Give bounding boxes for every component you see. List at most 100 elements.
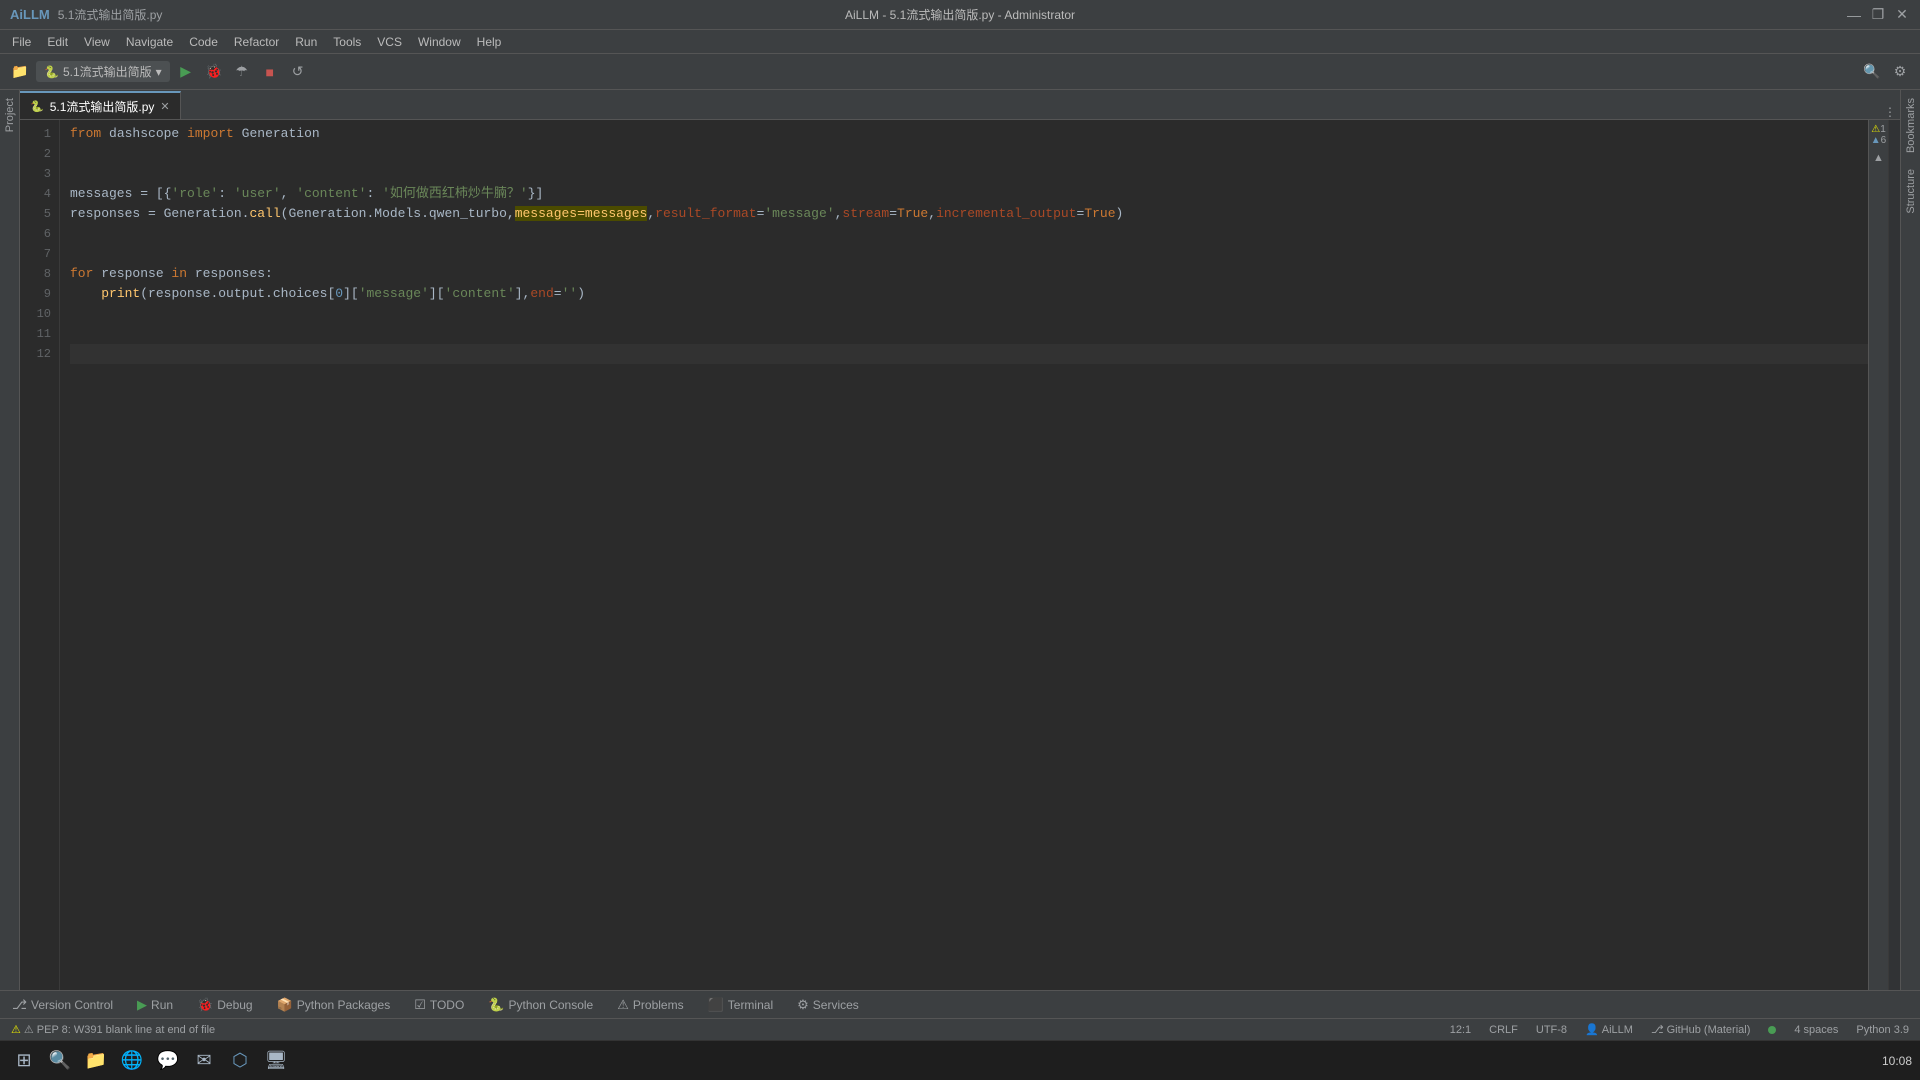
taskbar-search-icon[interactable]: 🔍	[44, 1045, 76, 1077]
menu-item-code[interactable]: Code	[181, 33, 226, 51]
code-line-10	[70, 304, 1868, 324]
bottom-tool-terminal[interactable]: ⬛ Terminal	[704, 995, 778, 1015]
warning-message[interactable]: ⚠ ⚠ PEP 8: W391 blank line at end of fil…	[8, 1022, 218, 1037]
menu-item-vcs[interactable]: VCS	[369, 33, 410, 51]
menu-item-view[interactable]: View	[76, 33, 118, 51]
menu-item-window[interactable]: Window	[410, 33, 469, 51]
vcs-text: GitHub (Material)	[1667, 1024, 1751, 1036]
toolbar-right: 🔍 ⚙	[1860, 60, 1912, 84]
debug-panel-icon: 🐞	[197, 997, 213, 1013]
menu-item-help[interactable]: Help	[469, 33, 510, 51]
menu-item-tools[interactable]: Tools	[325, 33, 369, 51]
taskbar-app-icon[interactable]: 🖥	[260, 1045, 292, 1077]
bottom-toolbar: ⎇ Version Control ▶ Run 🐞 Debug 📦 Python…	[0, 990, 1920, 1018]
taskbar-left: ⊞ 🔍 📁 🌐 💬 ✉ ⬡ 🖥	[8, 1045, 292, 1077]
run-panel-icon: ▶	[137, 997, 147, 1013]
bookmarks-panel-label[interactable]: Bookmarks	[1903, 90, 1919, 161]
taskbar-browser-icon[interactable]: 🌐	[116, 1045, 148, 1077]
rerun-button[interactable]: ↺	[286, 60, 310, 84]
code-line-9: print(response.output.choices[0]['messag…	[70, 284, 1868, 304]
bottom-tool-version-control[interactable]: ⎇ Version Control	[8, 995, 117, 1015]
indent-text: 4 spaces	[1794, 1024, 1838, 1036]
bottom-tool-debug[interactable]: 🐞 Debug	[193, 995, 257, 1015]
version-control-icon: ⎇	[12, 997, 27, 1013]
taskbar-folder-icon[interactable]: 📁	[80, 1045, 112, 1077]
debug-button[interactable]: 🐞	[202, 60, 226, 84]
python-version[interactable]: Python 3.9	[1853, 1023, 1912, 1037]
code-content[interactable]: from dashscope import Generation message…	[60, 120, 1868, 990]
file-tab-0[interactable]: 🐍 5.1流式输出简版.py ✕	[20, 91, 181, 119]
bottom-tool-services[interactable]: ⚙ Services	[793, 995, 863, 1015]
cursor-position[interactable]: 12:1	[1447, 1023, 1474, 1037]
windows-start-icon[interactable]: ⊞	[8, 1045, 40, 1077]
run-button[interactable]: ▶	[174, 60, 198, 84]
bookmarks-sidebar	[1888, 120, 1900, 990]
line-numbers: 1 2 3 4 5 6 7 8 9 10 11 12	[20, 120, 60, 990]
taskbar-pycharm-icon[interactable]: ⬡	[224, 1045, 256, 1077]
close-button[interactable]: ✕	[1894, 7, 1910, 23]
window-title: AiLLM - 5.1流式输出简版.py - Administrator	[845, 6, 1075, 23]
structure-panel-label[interactable]: Structure	[1903, 161, 1919, 222]
code-editor[interactable]: 1 2 3 4 5 6 7 8 9 10 11 12 from dashscop…	[20, 120, 1900, 990]
coverage-button[interactable]: ☂	[230, 60, 254, 84]
taskbar-chat-icon[interactable]: 💬	[152, 1045, 184, 1077]
todo-label: TODO	[430, 998, 464, 1012]
python-console-label: Python Console	[509, 998, 594, 1012]
windows-taskbar: ⊞ 🔍 📁 🌐 💬 ✉ ⬡ 🖥 10:08	[0, 1040, 1920, 1080]
warning-icon: ⚠	[11, 1023, 21, 1036]
vcs-status[interactable]: ⎇ GitHub (Material)	[1648, 1022, 1753, 1037]
encoding-text: UTF-8	[1536, 1024, 1567, 1036]
services-icon: ⚙	[797, 997, 809, 1013]
bottom-tool-problems[interactable]: ⚠ Problems	[613, 995, 687, 1015]
run-panel-label: Run	[151, 998, 173, 1012]
menu-item-navigate[interactable]: Navigate	[118, 33, 181, 51]
profile[interactable]: 👤 AiLLM	[1582, 1022, 1636, 1037]
code-line-11	[70, 324, 1868, 344]
code-line-1: from dashscope import Generation	[70, 124, 1868, 144]
scroll-up-gutter[interactable]: ▲	[1873, 152, 1884, 164]
code-line-6	[70, 224, 1868, 244]
bottom-tool-todo[interactable]: ☑ TODO	[410, 995, 468, 1015]
run-config-icon: 🐍	[44, 65, 59, 79]
run-config-selector[interactable]: 🐍 5.1流式输出简版 ▾	[36, 61, 170, 82]
bottom-tool-run[interactable]: ▶ Run	[133, 995, 177, 1015]
stop-button[interactable]: ■	[258, 60, 282, 84]
warning-count[interactable]: ⚠1 ▲6	[1869, 124, 1888, 146]
bottom-tool-python-packages[interactable]: 📦 Python Packages	[273, 995, 395, 1015]
profile-icon: 👤	[1585, 1023, 1599, 1036]
menu-item-refactor[interactable]: Refactor	[226, 33, 287, 51]
menu-item-edit[interactable]: Edit	[39, 33, 76, 51]
project-icon[interactable]: 📁	[8, 60, 32, 84]
tab-label-0: 5.1流式输出简版.py	[50, 98, 155, 115]
problems-icon: ⚠	[617, 997, 629, 1013]
python-packages-label: Python Packages	[297, 998, 390, 1012]
search-button[interactable]: 🔍	[1860, 60, 1884, 84]
bottom-tool-python-console[interactable]: 🐍 Python Console	[484, 995, 597, 1015]
status-left: ⚠ ⚠ PEP 8: W391 blank line at end of fil…	[8, 1022, 218, 1037]
restore-button[interactable]: ❐	[1870, 7, 1886, 23]
indent-setting[interactable]: 4 spaces	[1791, 1023, 1841, 1037]
terminal-label: Terminal	[728, 998, 773, 1012]
toolbar: 📁 🐍 5.1流式输出简版 ▾ ▶ 🐞 ☂ ■ ↺ 🔍 ⚙	[0, 54, 1920, 90]
toolbar-left: 📁 🐍 5.1流式输出简版 ▾ ▶ 🐞 ☂ ■ ↺	[8, 60, 310, 84]
project-panel-label[interactable]: Project	[2, 90, 18, 140]
encoding[interactable]: UTF-8	[1533, 1023, 1570, 1037]
settings-button[interactable]: ⚙	[1888, 60, 1912, 84]
tab-close-0[interactable]: ✕	[160, 100, 169, 113]
line-ending[interactable]: CRLF	[1486, 1023, 1521, 1037]
version-control-label: Version Control	[31, 998, 113, 1012]
status-indicator[interactable]	[1765, 1025, 1779, 1035]
left-sidebar: Project	[0, 90, 20, 990]
line-ending-text: CRLF	[1489, 1024, 1518, 1036]
main-layout: Project 🐍 5.1流式输出简版.py ✕ ⋮ 1 2 3 4 5 6 7	[0, 90, 1920, 990]
minimize-button[interactable]: —	[1846, 7, 1862, 23]
title-bar-left: AiLLM 5.1流式输出简版.py	[10, 6, 162, 23]
menu-item-file[interactable]: File	[4, 33, 39, 51]
window-controls: — ❐ ✕	[1846, 7, 1910, 23]
online-dot	[1768, 1026, 1776, 1034]
terminal-icon: ⬛	[708, 997, 724, 1013]
taskbar-mail-icon[interactable]: ✉	[188, 1045, 220, 1077]
menu-item-run[interactable]: Run	[287, 33, 325, 51]
tab-more-icon[interactable]: ⋮	[1884, 105, 1896, 119]
vcs-icon: ⎇	[1651, 1023, 1664, 1036]
